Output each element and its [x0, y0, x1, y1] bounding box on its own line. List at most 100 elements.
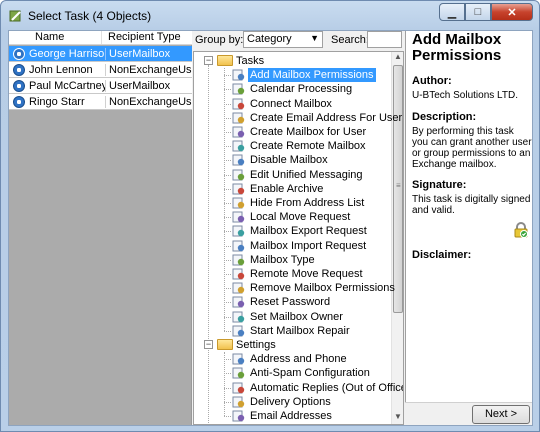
- maximize-button[interactable]: □: [465, 3, 491, 21]
- task-icon: [232, 353, 245, 365]
- author-label: Author:: [412, 75, 452, 87]
- object-recipient-type: NonExchangeUser: [105, 95, 192, 108]
- object-name: George Harrison: [29, 47, 105, 60]
- folder-icon: [217, 339, 233, 350]
- tree-group-label: Tasks: [236, 55, 265, 67]
- tree-item-label: Anti-Spam Configuration: [250, 367, 370, 380]
- signature-text: This task is digitally signed and valid.: [412, 194, 531, 216]
- tree-scrollbar[interactable]: ▲ ≡ ▼: [391, 52, 403, 424]
- next-button[interactable]: Next >: [472, 405, 530, 424]
- task-icon: [232, 410, 245, 422]
- task-icon: [232, 282, 245, 294]
- tree-item-label: Set Mailbox Owner: [250, 310, 343, 323]
- scroll-thumb[interactable]: ≡: [393, 65, 403, 313]
- tree-item-label: Calendar Processing: [250, 83, 353, 96]
- object-row[interactable]: John Lennon NonExchangeUser: [9, 62, 192, 78]
- mailbox-user-icon: [13, 95, 25, 108]
- search-label: Search:: [331, 34, 369, 46]
- window-title: Select Task (4 Objects): [28, 9, 152, 23]
- task-icon: [232, 382, 245, 394]
- task-icon: [232, 112, 245, 124]
- task-icon: [232, 240, 245, 252]
- author-value: U-BTech Solutions LTD.: [412, 90, 518, 101]
- task-icon: [232, 325, 245, 337]
- tree-item-label: Add Mailbox Permissions: [248, 68, 376, 83]
- task-icon: [232, 367, 245, 379]
- task-info-panel: Add Mailbox Permissions Author: U-BTech …: [405, 31, 532, 402]
- groupby-label: Group by:: [195, 34, 244, 46]
- description-text: By performing this task you can grant an…: [412, 126, 532, 170]
- tree-item-label: Hide From Address List: [250, 197, 365, 209]
- tree-item-label: Connect Mailbox: [250, 97, 332, 110]
- minimize-button[interactable]: ▁: [439, 3, 465, 21]
- divider: [405, 402, 532, 403]
- object-name: Ringo Starr: [29, 95, 85, 108]
- title-bar[interactable]: Select Task (4 Objects) ▁ □ ✕: [1, 1, 539, 31]
- disclaimer-label: Disclaimer:: [412, 249, 472, 261]
- tree-item-label: Start Mailbox Repair: [250, 324, 350, 337]
- tree-item-label: Delivery Options: [250, 395, 331, 408]
- task-icon: [232, 126, 245, 138]
- object-recipient-type: NonExchangeUser: [105, 63, 192, 76]
- object-row[interactable]: Paul McCartney UserMailbox: [9, 78, 192, 94]
- task-icon: [232, 311, 245, 323]
- task-icon: [232, 254, 245, 266]
- task-icon: [232, 197, 245, 209]
- tree-item-label: Create Mailbox for User: [250, 126, 367, 138]
- task-icon: [232, 211, 245, 223]
- column-header-recipient-type[interactable]: Recipient Type: [101, 31, 192, 44]
- mailbox-user-icon: [13, 63, 25, 76]
- tree-item-label: Remote Move Request: [250, 268, 363, 280]
- signed-lock-icon: [514, 222, 528, 238]
- task-title: Add Mailbox Permissions: [412, 31, 502, 64]
- task-icon: [232, 225, 245, 237]
- task-icon: [232, 83, 245, 95]
- dialog-body: Name Recipient Type George Harrison UserM…: [8, 30, 533, 426]
- tree-item-label: Enable Archive: [250, 182, 324, 195]
- groupby-value: Category: [247, 33, 292, 45]
- tree-item-label: Create Remote Mailbox: [250, 140, 366, 153]
- tree-item-label: Edit Unified Messaging: [250, 168, 363, 181]
- task-icon: [232, 268, 245, 280]
- object-list-header: Name Recipient Type: [9, 31, 192, 45]
- object-name: John Lennon: [29, 63, 93, 76]
- tree-item-label: Email Addresses: [250, 410, 332, 422]
- search-input[interactable]: [367, 31, 402, 48]
- tree-item-label: Remove Mailbox Permissions: [250, 282, 395, 295]
- object-row[interactable]: Ringo Starr NonExchangeUser: [9, 94, 192, 110]
- task-tree: ▲ ≡ ▼ − Tasks Add Mailbox Permissions Calen…: [193, 51, 404, 425]
- task-icon: [232, 98, 245, 110]
- scroll-up-arrow-icon[interactable]: ▲: [392, 52, 403, 64]
- tree-item-label: Automatic Replies (Out of Office): [250, 381, 404, 394]
- collapse-icon[interactable]: −: [204, 340, 213, 349]
- task-icon: [232, 396, 245, 408]
- task-icon: [232, 169, 245, 181]
- task-icon: [232, 154, 245, 166]
- task-icon: [232, 183, 245, 195]
- tree-item-label: Mailbox Export Request: [250, 225, 367, 238]
- task-icon: [232, 296, 245, 308]
- mailbox-user-icon: [13, 47, 25, 60]
- object-recipient-type: UserMailbox: [105, 79, 192, 92]
- folder-icon: [217, 55, 233, 66]
- tree-item-label: Reset Password: [250, 296, 331, 309]
- tree-item-label: Mailbox Type: [250, 253, 315, 266]
- column-header-name[interactable]: Name: [9, 31, 101, 44]
- task-icon: [232, 69, 245, 81]
- tree-item-label: Disable Mailbox: [250, 154, 328, 167]
- object-row[interactable]: George Harrison UserMailbox: [9, 46, 192, 62]
- object-recipient-type: UserMailbox: [105, 47, 192, 60]
- task-wand-icon: [9, 10, 21, 22]
- groupby-dropdown[interactable]: Category ▼: [243, 31, 323, 48]
- object-name: Paul McCartney: [29, 79, 105, 92]
- tree-group-label: Settings: [236, 339, 276, 351]
- signature-label: Signature:: [412, 179, 467, 191]
- tree-item-label: Create Email Address For User: [250, 111, 403, 124]
- object-list: Name Recipient Type George Harrison UserM…: [9, 31, 192, 425]
- close-button[interactable]: ✕: [491, 3, 533, 21]
- collapse-icon[interactable]: −: [204, 56, 213, 65]
- scroll-down-arrow-icon[interactable]: ▼: [392, 412, 403, 424]
- description-label: Description:: [412, 111, 477, 123]
- tree-item-label: Mailbox Import Request: [250, 239, 367, 252]
- tree-item-label: Local Move Request: [250, 211, 351, 224]
